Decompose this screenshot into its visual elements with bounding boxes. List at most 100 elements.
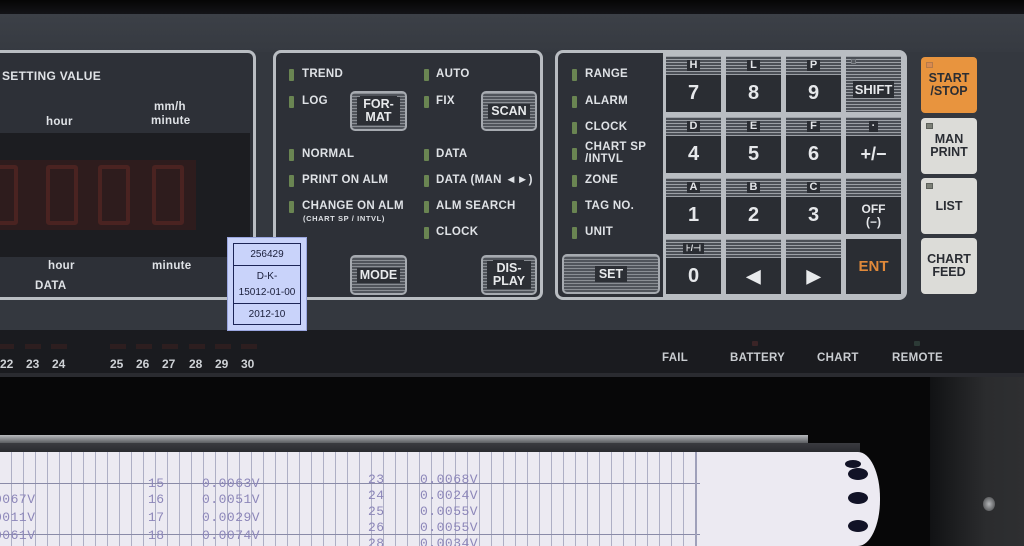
set-button[interactable]: SET (562, 254, 660, 294)
key-7-label: 7 (687, 82, 700, 104)
enter-key[interactable]: ENT (846, 239, 901, 294)
plus-minus-label: +/− (860, 144, 887, 164)
clock-set-label: CLOCK (585, 121, 628, 133)
mode-button[interactable]: MODE (350, 255, 407, 295)
printed-value: 0.0034V (420, 536, 479, 546)
print-on-alm-label: PRINT ON ALM (302, 174, 388, 186)
shift-key[interactable]: SHIFT (846, 56, 901, 112)
alarm-label: ALARM (585, 95, 629, 107)
display-digit (46, 165, 78, 225)
channel-number: 27 (162, 357, 176, 371)
key-2[interactable]: B2 (726, 178, 781, 234)
list-button[interactable]: LIST (921, 178, 977, 234)
chart-sp-intvl-label: CHART SP/INTVL (585, 141, 646, 165)
led-data-man (424, 175, 429, 187)
display-digit (98, 165, 130, 225)
alpha-l: L (747, 60, 760, 71)
display-digit (0, 165, 18, 225)
channel-number: 23 (26, 357, 40, 371)
printed-value: 0.0074V (202, 528, 261, 543)
change-on-alm-label: CHANGE ON ALM (302, 200, 404, 212)
printed-value: 0061V (0, 528, 36, 543)
led-change-on-alm (289, 201, 294, 213)
lower-minute-label: minute (152, 260, 192, 272)
printed-value: 0067V (0, 492, 36, 507)
remote-led (914, 341, 920, 346)
alm-word: ALM (378, 200, 404, 212)
scan-button[interactable]: SCAN (481, 91, 537, 131)
key-3[interactable]: C3 (786, 178, 841, 234)
printed-channel: 23 (368, 472, 385, 487)
channel-led (110, 344, 126, 349)
alpha-a: A (686, 182, 701, 193)
alm-search-label: ALM SEARCH (436, 200, 516, 212)
led-alarm (572, 96, 577, 108)
sticker-date: 2012-10 (248, 308, 286, 320)
paper-guide-bar (0, 435, 808, 443)
data-label: DATA (35, 280, 67, 292)
printed-value: 0.0029V (202, 510, 261, 525)
man-print-line2: PRINT (930, 145, 968, 159)
key-4[interactable]: D4 (666, 117, 721, 173)
led-tag-no (572, 201, 577, 213)
printed-value: 0.0051V (202, 492, 261, 507)
led-trend (289, 69, 294, 81)
start-stop-line2: /STOP (930, 84, 968, 98)
printed-value: 0.0068V (420, 472, 479, 487)
list-indicator (926, 183, 933, 189)
printed-channel: 15 (148, 476, 165, 491)
key-8[interactable]: L8 (726, 56, 781, 112)
auto-label: AUTO (436, 68, 470, 80)
sprocket-hole (848, 492, 868, 504)
right-arrow-key[interactable]: ▶ (786, 239, 841, 294)
list-label: LIST (935, 198, 963, 213)
log-label: LOG (302, 95, 328, 107)
off-minus-label: (−) (866, 214, 881, 229)
alpha-e: E (746, 121, 761, 132)
printed-channel: 28 (368, 536, 385, 546)
key-6-label: 6 (807, 143, 820, 165)
channel-number: 24 (52, 357, 66, 371)
led-clock (424, 227, 429, 239)
setting-value-title: SETTING VALUE (2, 69, 102, 83)
led-range (572, 69, 577, 81)
upper-unit-label: mm/h (154, 101, 186, 113)
printed-value: 0011V (0, 510, 36, 525)
key-0-label: 0 (687, 264, 700, 287)
data-man-label: DATA (MAN ◄►) (436, 174, 533, 186)
calibration-sticker: 256429 D-K- 15012-01-00 2012-10 (227, 237, 307, 331)
key-5-label: 5 (747, 143, 760, 165)
key-0[interactable]: ⊦/⊣ 0 (666, 239, 721, 294)
key-1[interactable]: A1 (666, 178, 721, 234)
trend-label: TREND (302, 68, 344, 80)
chart-feed-button[interactable]: CHART FEED (921, 238, 977, 294)
left-arrow-key[interactable]: ◀ (726, 239, 781, 294)
printed-channel: 18 (148, 528, 165, 543)
channel-led (25, 344, 41, 349)
lower-hour-label: hour (48, 260, 75, 272)
channel-led (0, 344, 14, 349)
channel-led (51, 344, 67, 349)
display-button[interactable]: DIS- PLAY (481, 255, 537, 295)
man-print-button[interactable]: MAN PRINT (921, 118, 977, 174)
chart-feed-line2: FEED (932, 265, 966, 279)
format-button[interactable]: FOR- MAT (350, 91, 407, 131)
start-stop-button[interactable]: START/STOP (921, 57, 977, 113)
mode-label: MODE (356, 267, 401, 283)
key-7[interactable]: H7 (666, 56, 721, 112)
off-label: OFF (861, 201, 886, 216)
key-9[interactable]: P9 (786, 56, 841, 112)
key-4-label: 4 (687, 143, 700, 165)
plus-minus-key[interactable]: · +/− (846, 117, 901, 173)
key-6[interactable]: F6 (786, 117, 841, 173)
key-5[interactable]: E5 (726, 117, 781, 173)
led-clock-set (572, 122, 577, 134)
channel-led (136, 344, 152, 349)
chart-feed-line1: CHART (927, 252, 971, 266)
chart-grid (0, 452, 700, 546)
off-key[interactable]: OFF (−) (846, 178, 901, 234)
key-2-label: 2 (747, 204, 760, 226)
channel-led (189, 344, 205, 349)
chart-status-label: CHART (817, 352, 859, 364)
printed-channel: 25 (368, 504, 385, 519)
